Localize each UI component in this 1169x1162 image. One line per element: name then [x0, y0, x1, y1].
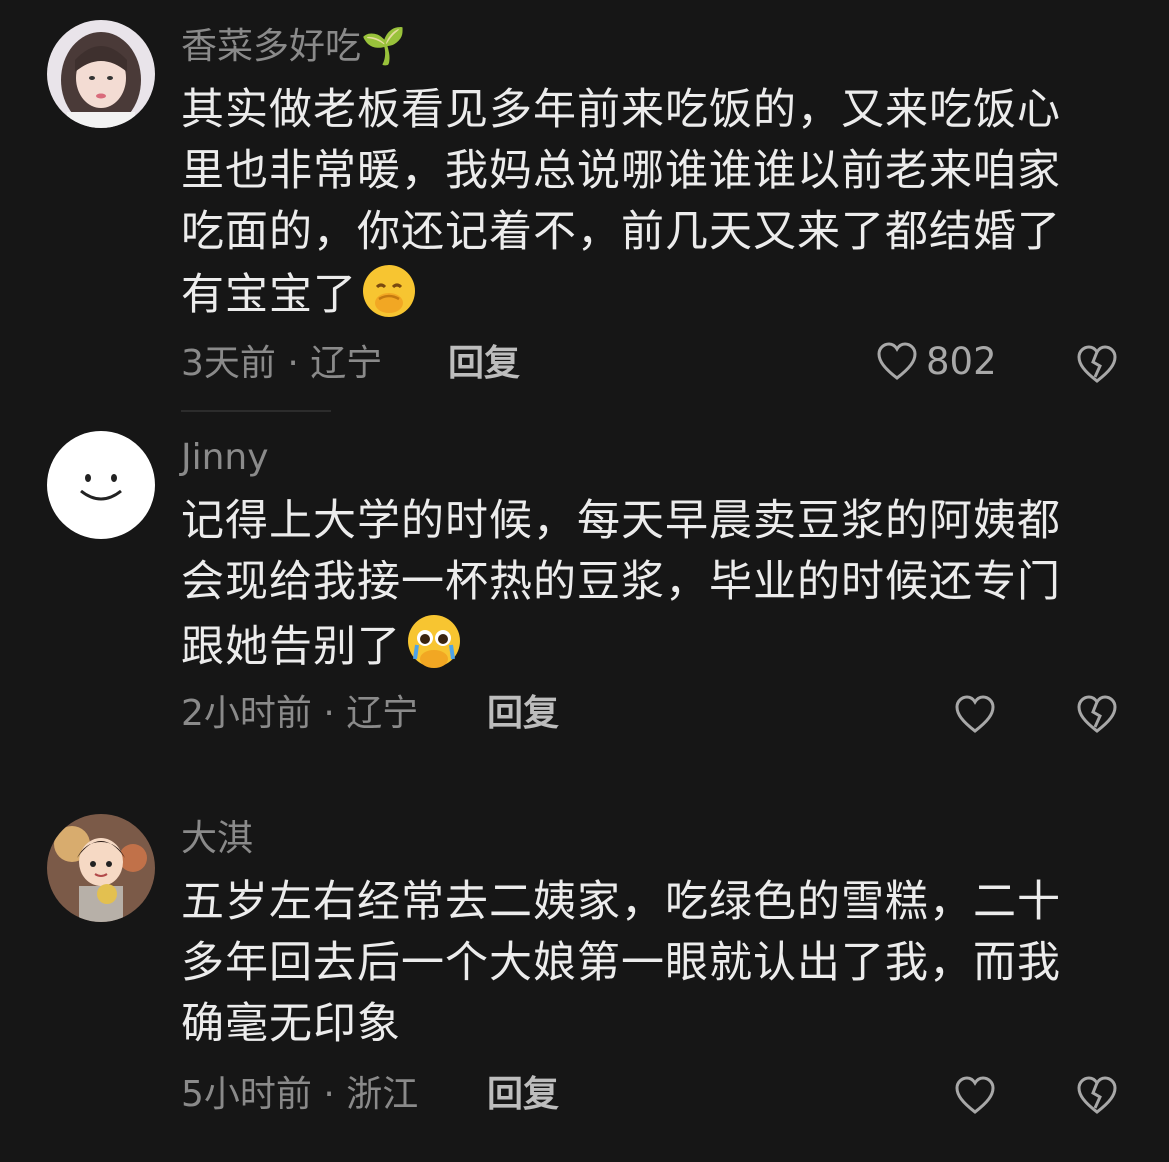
shy-face-emoji	[361, 263, 417, 336]
comment-text-content: 记得上大学的时候，每天早晨卖豆浆的阿姨都会现给我接一杯热的豆浆，毕业的时候还专门…	[181, 496, 1061, 672]
like-button[interactable]: 802	[876, 340, 997, 383]
comment-text: 其实做老板看见多年前来吃饭的，又来吃饭心里也非常暖，我妈总说哪谁谁谁以前老来咱家…	[181, 80, 1101, 336]
dislike-button[interactable]	[1076, 1076, 1118, 1120]
divider	[181, 410, 331, 412]
heart-outline-icon	[955, 695, 995, 733]
comment-meta: 2小时前 · 辽宁	[181, 693, 419, 734]
reply-button[interactable]: 回复	[487, 1073, 559, 1117]
comment-meta: 5小时前 · 浙江	[181, 1074, 419, 1115]
username[interactable]: Jinny	[181, 436, 269, 480]
comment-text-content: 其实做老板看见多年前来吃饭的，又来吃饭心里也非常暖，我妈总说哪谁谁谁以前老来咱家…	[181, 85, 1061, 320]
dislike-button[interactable]	[1076, 695, 1118, 739]
heart-outline-icon	[877, 341, 917, 380]
username[interactable]: 香菜多好吃🌱	[181, 25, 406, 69]
avatar[interactable]	[47, 814, 155, 922]
comment-text: 五岁左右经常去二姨家，吃绿色的雪糕，二十多年回去后一个大娘第一眼就认出了我，而我…	[181, 872, 1101, 1055]
reply-button[interactable]: 回复	[487, 692, 559, 736]
broken-heart-icon	[1077, 345, 1117, 383]
like-count: 802	[926, 340, 997, 383]
username[interactable]: 大淇	[181, 817, 253, 861]
heart-outline-icon	[955, 1076, 995, 1114]
comment-meta: 3天前 · 辽宁	[181, 343, 383, 384]
dislike-button[interactable]	[1076, 345, 1118, 389]
like-button[interactable]	[954, 695, 996, 735]
like-button[interactable]	[954, 1076, 996, 1116]
broken-heart-icon	[1077, 695, 1117, 733]
teary-face-emoji	[405, 613, 463, 688]
comment-text-content: 五岁左右经常去二姨家，吃绿色的雪糕，二十多年回去后一个大娘第一眼就认出了我，而我…	[181, 877, 1061, 1049]
avatar[interactable]	[47, 20, 155, 128]
reply-button[interactable]: 回复	[448, 342, 520, 386]
comment-text: 记得上大学的时候，每天早晨卖豆浆的阿姨都会现给我接一杯热的豆浆，毕业的时候还专门…	[181, 491, 1101, 688]
broken-heart-icon	[1077, 1076, 1117, 1114]
avatar[interactable]	[47, 431, 155, 539]
